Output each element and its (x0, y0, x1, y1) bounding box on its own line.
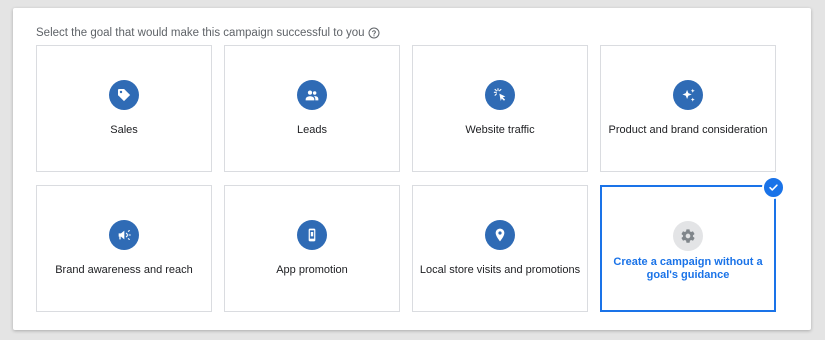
sparkle-icon (673, 80, 703, 110)
goal-card-sales[interactable]: Sales (36, 45, 212, 172)
goal-label: Local store visits and promotions (419, 264, 581, 276)
location-pin-icon (485, 220, 515, 250)
people-icon (297, 80, 327, 110)
goal-card-app-promotion[interactable]: App promotion (224, 185, 400, 312)
goal-label: Leads (297, 124, 327, 136)
goal-card-website-traffic[interactable]: Website traffic (412, 45, 588, 172)
goal-label: Website traffic (465, 124, 535, 136)
goal-card-product-brand-consideration[interactable]: Product and brand consideration (600, 45, 776, 172)
megaphone-icon (109, 220, 139, 250)
goal-label: Sales (110, 124, 138, 136)
goal-label: App promotion (276, 264, 348, 276)
goal-label: Product and brand consideration (608, 124, 768, 136)
cursor-click-icon (485, 80, 515, 110)
goal-prompt-text: Select the goal that would make this cam… (36, 27, 365, 39)
goal-grid: Sales Leads Website traffic Product and … (36, 45, 785, 313)
gear-icon (673, 221, 703, 251)
goal-card-no-guidance[interactable]: Create a campaign without a goal's guida… (600, 176, 785, 312)
goal-card-brand-awareness[interactable]: Brand awareness and reach (36, 185, 212, 312)
selected-check-icon (762, 176, 785, 199)
goal-card-leads[interactable]: Leads (224, 45, 400, 172)
goal-label: Brand awareness and reach (55, 264, 193, 276)
phone-icon (297, 220, 327, 250)
help-icon[interactable] (368, 27, 380, 39)
campaign-goal-panel: Select the goal that would make this cam… (13, 8, 811, 330)
goal-prompt: Select the goal that would make this cam… (36, 27, 380, 39)
goal-card-local-store-visits[interactable]: Local store visits and promotions (412, 185, 588, 312)
tag-icon (109, 80, 139, 110)
goal-label: Create a campaign without a goal's guida… (613, 256, 763, 281)
